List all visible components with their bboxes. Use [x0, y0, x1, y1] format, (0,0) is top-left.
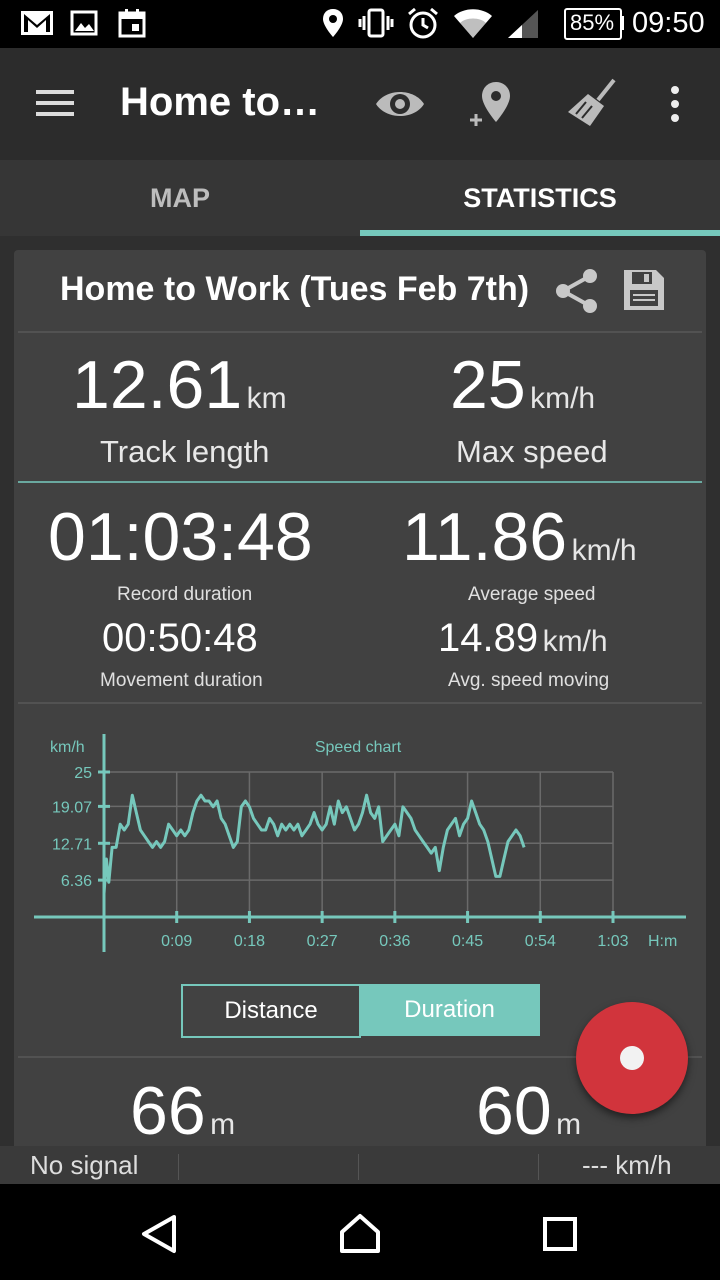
eye-icon[interactable]: [374, 84, 426, 124]
record-duration-value: 01:03:48: [48, 499, 313, 575]
speed-chart: 6.36 12.71 19.07 25 0:09 0:18 0:27 0:36 0:45 0:54…: [34, 734, 686, 952]
share-icon[interactable]: [554, 268, 600, 314]
x-tick-label: 0:54: [525, 933, 556, 950]
add-marker-icon[interactable]: [466, 80, 516, 132]
tab-indicator: [360, 230, 720, 236]
y-tick-label: 19.07: [52, 799, 92, 816]
navigation-bar: [0, 1184, 720, 1280]
avg-speed-moving-label: Avg. speed moving: [448, 670, 610, 691]
x-axis-label: H:m: [648, 933, 677, 950]
current-speed: --- km/h: [582, 1150, 672, 1180]
y-tick-label: 25: [74, 765, 92, 782]
tab-statistics[interactable]: STATISTICS: [360, 160, 720, 236]
record-duration-label: Record duration: [117, 584, 253, 605]
x-tick-label: 1:03: [597, 933, 628, 950]
elevation-right-value: 60 m: [476, 1073, 582, 1149]
mail-icon: [21, 11, 53, 35]
tab-map[interactable]: MAP: [0, 160, 360, 236]
record-dot-icon: [620, 1046, 644, 1070]
average-speed-value: 11.86 km/h: [402, 499, 637, 575]
distance-toggle-button[interactable]: Distance: [181, 984, 361, 1038]
calendar-icon: [118, 9, 146, 38]
x-tick-label: 0:18: [234, 933, 265, 950]
elevation-left-value: 66 m: [130, 1073, 236, 1149]
wifi-icon: [454, 9, 492, 38]
speed-series-line: [102, 793, 526, 894]
avg-speed-moving-value: 14.89 km/h: [438, 616, 608, 660]
movement-duration-label: Movement duration: [100, 670, 263, 691]
cellular-signal-icon: [508, 10, 538, 38]
bottom-status-bar: No signal --- km/h: [0, 1146, 720, 1184]
track-length-label: Track length: [100, 434, 270, 469]
x-tick-label: 0:09: [161, 933, 192, 950]
recents-icon[interactable]: [542, 1216, 578, 1252]
gps-signal-status: No signal: [30, 1150, 139, 1180]
back-icon[interactable]: [140, 1214, 180, 1254]
y-axis-label: km/h: [50, 739, 85, 756]
chart-title: Speed chart: [315, 739, 402, 756]
x-tick-label: 0:36: [379, 933, 410, 950]
tab-bar: MAP STATISTICS: [0, 160, 720, 236]
track-title: Home to Work (Tues Feb 7th): [60, 270, 530, 308]
average-speed-label: Average speed: [468, 584, 596, 605]
max-speed-value: 25 km/h: [450, 347, 596, 423]
clear-broom-icon[interactable]: [564, 78, 620, 128]
page-title: Home to…: [120, 80, 320, 124]
status-bar: 85% 09:50: [0, 0, 720, 48]
save-icon[interactable]: [622, 268, 666, 312]
x-tick-label: 0:27: [307, 933, 338, 950]
clock: 09:50: [632, 7, 705, 39]
alarm-icon: [408, 7, 438, 39]
record-button[interactable]: [576, 1002, 688, 1114]
location-icon: [323, 9, 343, 37]
duration-toggle-button[interactable]: Duration: [359, 984, 540, 1036]
image-icon: [70, 10, 98, 36]
max-speed-label: Max speed: [456, 434, 608, 469]
x-tick-label: 0:45: [452, 933, 483, 950]
track-length-value: 12.61 km: [72, 347, 287, 423]
home-icon[interactable]: [338, 1212, 382, 1254]
more-options-icon[interactable]: [668, 86, 682, 122]
battery-percent: 85%: [570, 10, 615, 35]
y-tick-label: 6.36: [61, 873, 92, 890]
menu-icon[interactable]: [36, 88, 76, 120]
y-tick-label: 12.71: [52, 836, 92, 853]
movement-duration-value: 00:50:48: [102, 616, 258, 660]
vibrate-icon: [358, 8, 394, 38]
